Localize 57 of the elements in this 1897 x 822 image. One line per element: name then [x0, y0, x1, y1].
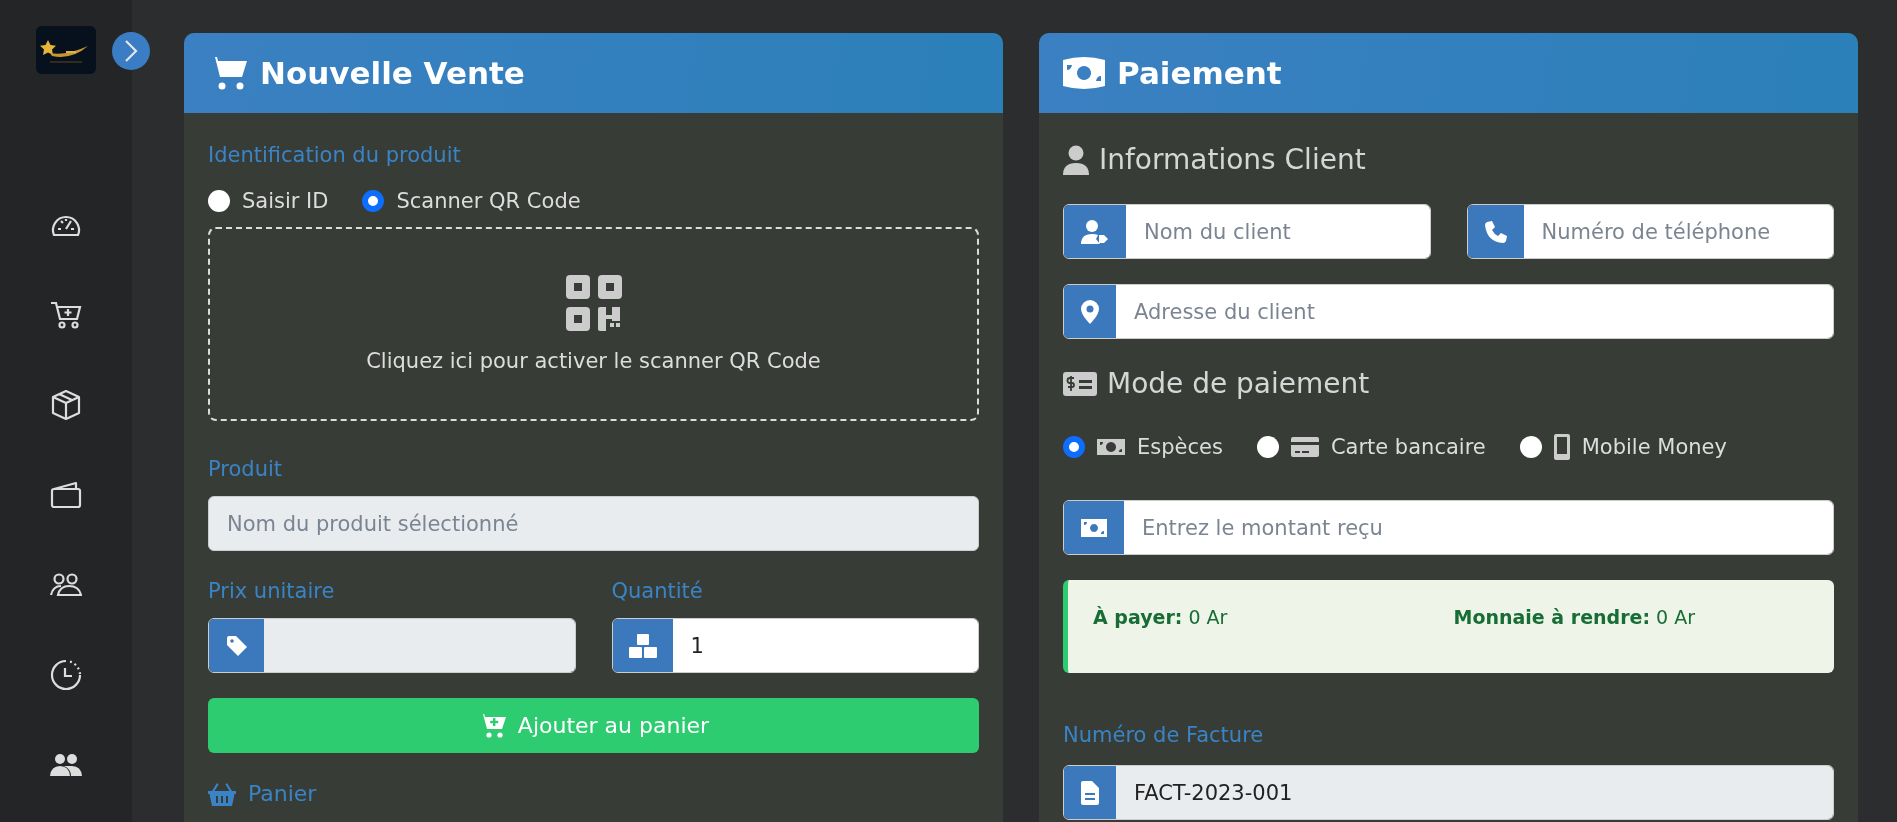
quantity-field[interactable]: 1	[611, 618, 979, 673]
phone-icon	[1484, 220, 1507, 243]
field-label: Numéro de Facture	[1063, 723, 1265, 747]
banknote-icon	[1097, 437, 1125, 457]
payment-option[interactable]: Carte bancaire	[1256, 435, 1486, 459]
radio-label: Saisir ID	[242, 189, 329, 213]
cart-plus-icon	[50, 299, 82, 331]
boxes-icon	[628, 633, 657, 658]
radio-label: Carte bancaire	[1330, 435, 1486, 459]
card-title: Nouvelle Vente	[260, 55, 525, 91]
client-field[interactable]: Adresse du client	[1063, 284, 1834, 339]
phone-icon	[1553, 434, 1570, 460]
basket-icon	[208, 781, 236, 806]
radio-option[interactable]: Scanner QR Code	[362, 189, 581, 213]
radio-button[interactable]	[1063, 436, 1085, 458]
client-field[interactable]: Nom du client	[1063, 204, 1431, 259]
radio-option[interactable]: Saisir ID	[208, 189, 329, 213]
clock-icon	[50, 659, 82, 691]
radio-button[interactable]	[208, 190, 230, 212]
document-icon	[1081, 780, 1099, 805]
location-pin-icon	[1081, 299, 1099, 324]
radio-label: Scanner QR Code	[396, 189, 581, 213]
scanner-area[interactable]: Cliquez ici pour activer le scanner QR Code	[208, 227, 979, 421]
users-icon	[50, 754, 82, 776]
summary-text: Monnaie à rendre: 0 Ar	[1453, 605, 1696, 628]
people-icon	[50, 573, 82, 597]
tag-icon	[226, 635, 247, 656]
payment-option[interactable]: Mobile Money	[1519, 434, 1727, 460]
banknote-icon	[1063, 57, 1105, 89]
expand-button[interactable]	[112, 32, 150, 70]
chevron-right-icon	[124, 40, 138, 62]
section-heading: Mode de paiement	[1107, 367, 1370, 400]
section-heading: Informations Client	[1099, 143, 1366, 176]
field-label: Quantité	[611, 579, 704, 603]
summary-text: À payer: 0 Ar	[1093, 605, 1229, 628]
person-icon	[1063, 144, 1089, 175]
box-icon	[51, 389, 81, 421]
radio-label: Mobile Money	[1581, 435, 1727, 459]
radio-button[interactable]	[362, 190, 385, 212]
amount-field[interactable]: Entrez le montant reçu	[1063, 500, 1834, 555]
section-label: Identification du produit	[208, 143, 462, 167]
cart-heading: Panier	[248, 781, 317, 806]
card-title: Paiement	[1117, 55, 1282, 91]
radio-button[interactable]	[1256, 436, 1279, 458]
client-field[interactable]: Numéro de téléphone	[1466, 204, 1834, 259]
scanner-prompt: Cliquez ici pour activer le scanner QR Code	[366, 349, 821, 373]
person-tag-icon	[1081, 219, 1109, 244]
radio-button[interactable]	[1519, 436, 1542, 458]
field-label: Produit	[208, 457, 284, 481]
payment-option[interactable]: Espèces	[1063, 435, 1223, 459]
money-bill-icon	[1063, 371, 1097, 396]
qr-code-icon	[565, 275, 622, 331]
credit-card-icon	[1290, 437, 1319, 457]
banknote-icon	[1081, 518, 1107, 537]
field-label: Prix unitaire	[208, 579, 336, 603]
radio-label: Espèces	[1137, 435, 1223, 459]
wallet-icon	[50, 481, 82, 509]
